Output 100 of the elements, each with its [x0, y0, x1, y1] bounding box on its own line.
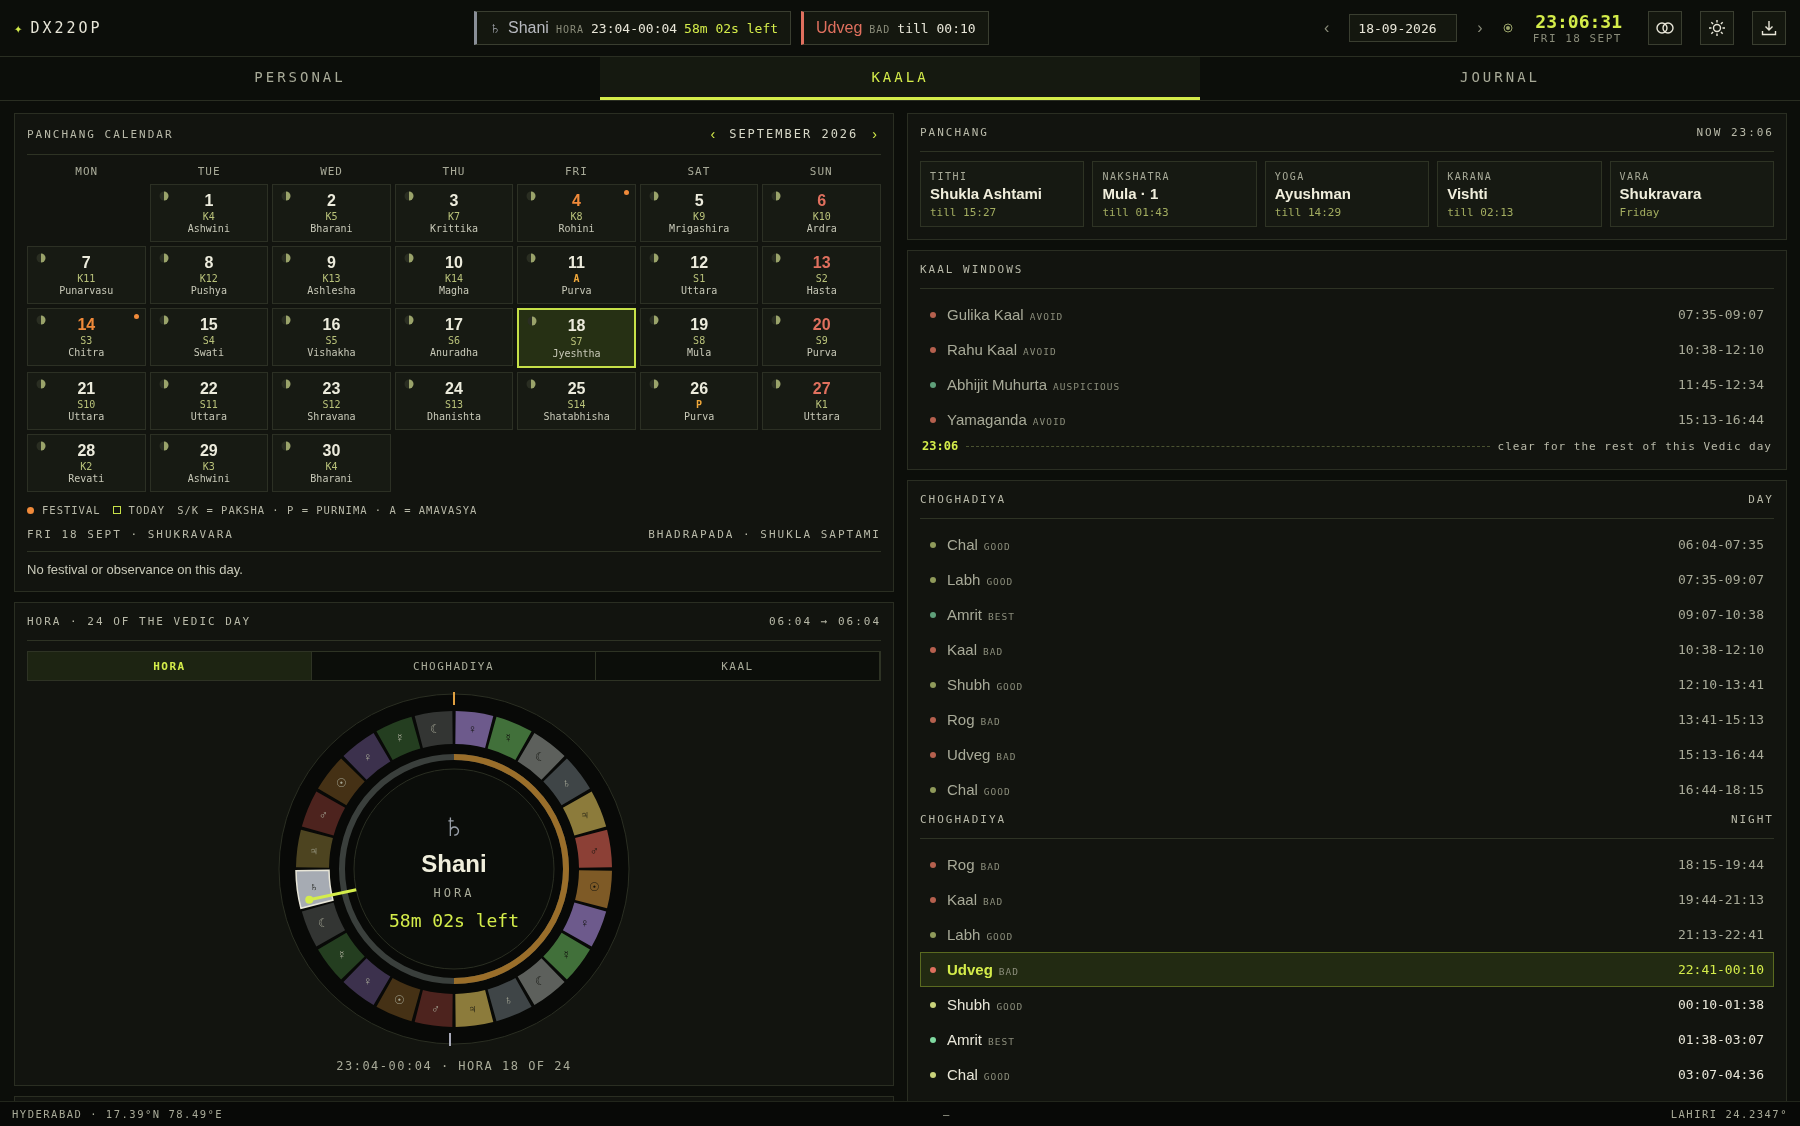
hora-segment: ♂: [414, 990, 453, 1027]
section-tab[interactable]: PERSONAL: [0, 57, 600, 100]
next-month-button[interactable]: ›: [868, 126, 881, 142]
calendar-day[interactable]: 30 K4 Bharani: [272, 434, 391, 492]
hora-segment: ☿: [376, 716, 421, 761]
calendar-day[interactable]: 23 S12 Shravana: [272, 372, 391, 430]
calendar-day[interactable]: 28 K2 Revati: [27, 434, 146, 492]
calendar-day[interactable]: 14 S3 Chitra: [27, 308, 146, 366]
selected-day-label: FRI 18 SEPT · SHUKRAVARA: [27, 528, 234, 541]
choghadiya-row[interactable]: Labh GOOD 21:13-22:41: [920, 917, 1774, 952]
view-tab[interactable]: CHOGHADIYA: [312, 652, 596, 680]
choghadiya-row[interactable]: Shubh GOOD 12:10-13:41: [920, 667, 1774, 702]
weekday-header: SAT: [686, 165, 712, 180]
quality-label: BEST: [988, 610, 1015, 622]
period-name: Kaal: [947, 641, 978, 658]
calendar-day[interactable]: 6 K10 Ardra: [762, 184, 881, 242]
calendar-day[interactable]: 18 S7 Jyeshtha: [517, 308, 636, 368]
choghadiya-row[interactable]: Udveg BAD 15:13-16:44: [920, 737, 1774, 772]
calendar-day[interactable]: 3 K7 Krittika: [394, 184, 514, 242]
time-range: 06:04-07:35: [1677, 537, 1764, 552]
hora-segment: ♀: [562, 902, 607, 947]
calendar-day[interactable]: 9 K13 Ashlesha: [272, 246, 391, 304]
moon-phase-icon: [648, 253, 659, 263]
moon-phase-icon: [281, 253, 292, 263]
choghadiya-row[interactable]: Udveg BAD 22:41-00:10: [920, 952, 1774, 987]
calendar-day[interactable]: 15 S4 Swati: [149, 308, 269, 366]
calendar-day[interactable]: 7 K11 Punarvasu: [27, 246, 146, 304]
calendar-day[interactable]: 25 S14 Shatabhisha: [517, 372, 636, 430]
calendar-day[interactable]: 8 K12 Pushya: [149, 246, 269, 304]
calendar-day[interactable]: 4 K8 Rohini: [517, 184, 636, 242]
moon-phase-icon: [281, 191, 292, 201]
lunar-month-label: BHADRAPADA · SHUKLA SAPTAMI: [648, 528, 881, 541]
period-name: Labh: [947, 926, 981, 943]
panchang-card: TITHI Shukla Ashtami till 15:27: [920, 161, 1085, 227]
calendar-day[interactable]: 19 S8 Mula: [639, 308, 759, 366]
choghadiya-row[interactable]: Kaal BAD 19:44-21:13: [920, 882, 1774, 917]
clock-date: FRI 18 SEPT: [1532, 32, 1622, 44]
time-range: 10:38-12:10: [1677, 642, 1764, 657]
period-name: Udveg: [947, 746, 991, 763]
choghadiya-row[interactable]: Labh GOOD 07:35-09:07: [920, 562, 1774, 597]
moon-phase-icon: [36, 315, 46, 325]
calendar-day[interactable]: 2 K5 Bharani: [272, 184, 391, 242]
moon-phase-icon: [36, 379, 46, 389]
view-tab[interactable]: KAAL: [596, 652, 880, 680]
choghadiya-row[interactable]: Amrit BEST 01:38-03:07: [920, 1022, 1774, 1057]
calendar-day[interactable]: 29 K3 Ashwini: [149, 434, 269, 492]
choghadiya-row[interactable]: Chal GOOD 16:44-18:15: [920, 772, 1774, 807]
period-name: Rog: [947, 711, 975, 728]
panel-title: KAAL WINDOWS: [920, 263, 1024, 276]
period-name: Shubh: [947, 996, 991, 1013]
calendar-day[interactable]: 12 S1 Uttara: [639, 246, 759, 304]
choghadiya-row[interactable]: Amrit BEST 09:07-10:38: [920, 597, 1774, 632]
choghadiya-row[interactable]: Chal GOOD 06:04-07:35: [920, 527, 1774, 562]
calendar-day[interactable]: 27 K1 Uttara: [762, 372, 881, 430]
legend-label: FESTIVAL: [42, 504, 101, 516]
hora-segment: ☉: [318, 758, 365, 806]
next-day-button[interactable]: ›: [1467, 19, 1493, 37]
panel-title: PANCHANG CALENDAR: [27, 127, 174, 141]
moon-phase-icon: [403, 315, 414, 325]
panel-title: PANCHANG: [920, 126, 989, 139]
calendar-day[interactable]: 26 P Purva: [639, 372, 759, 430]
choghadiya-row[interactable]: Shubh GOOD 00:10-01:38: [920, 987, 1774, 1022]
date-field[interactable]: 18-09-2026: [1349, 14, 1458, 42]
calendar-day[interactable]: 10 K14 Magha: [394, 246, 514, 304]
hora-segment: ☿: [487, 716, 532, 761]
quality-label: GOOD: [983, 785, 1011, 797]
download-icon[interactable]: [1752, 11, 1786, 45]
time-range: 13:41-15:13: [1677, 712, 1764, 727]
panchang-card: YOGA Ayushman till 14:29: [1264, 161, 1430, 227]
choghadiya-row[interactable]: Kaal BAD 10:38-12:10: [920, 632, 1774, 667]
choghadiya-row[interactable]: Chal GOOD 03:07-04:36: [920, 1057, 1774, 1092]
calendar-day[interactable]: 11 A Purva: [517, 246, 636, 304]
view-tab[interactable]: HORA: [28, 652, 312, 680]
previous-day-button[interactable]: ‹: [1314, 19, 1340, 37]
choghadiya-row[interactable]: Rog BAD 18:15-19:44: [920, 847, 1774, 882]
section-tab[interactable]: KAALA: [600, 57, 1200, 100]
moon-phase-icon: [648, 379, 659, 389]
calendar-day[interactable]: 5 K9 Mrigashira: [639, 184, 759, 242]
rings-icon[interactable]: [1648, 11, 1682, 45]
time-range: 12:10-13:41: [1677, 677, 1764, 692]
hora-segment: ☿: [543, 932, 590, 980]
calendar-day[interactable]: 1 K4 Ashwini: [149, 184, 269, 242]
calendar-day[interactable]: 24 S13 Dhanishta: [394, 372, 514, 430]
previous-month-button[interactable]: ‹: [706, 126, 720, 142]
hora-segment: ♃: [296, 829, 333, 868]
period-name: Yamaganda: [947, 411, 1027, 428]
moon-phase-icon: [158, 441, 169, 451]
section-tab[interactable]: JOURNAL: [1200, 57, 1800, 100]
period-name: Kaal: [947, 891, 978, 908]
calendar-day[interactable]: 16 S5 Vishakha: [272, 308, 391, 366]
calendar-day[interactable]: 20 S9 Purva: [762, 308, 881, 366]
calendar-day[interactable]: 13 S2 Hasta: [762, 246, 881, 304]
calendar-day[interactable]: 22 S11 Uttara: [149, 372, 269, 430]
calendar-day[interactable]: 17 S6 Anuradha: [394, 308, 514, 366]
choghadiya-row[interactable]: Rog BAD 13:41-15:13: [920, 702, 1774, 737]
section-title: CHOGHADIYA: [920, 813, 1007, 826]
moon-phase-icon: [281, 379, 292, 389]
calendar-day[interactable]: 21 S10 Uttara: [27, 372, 146, 430]
sun-icon[interactable]: [1700, 11, 1734, 45]
quality-label: BAD: [998, 965, 1019, 977]
